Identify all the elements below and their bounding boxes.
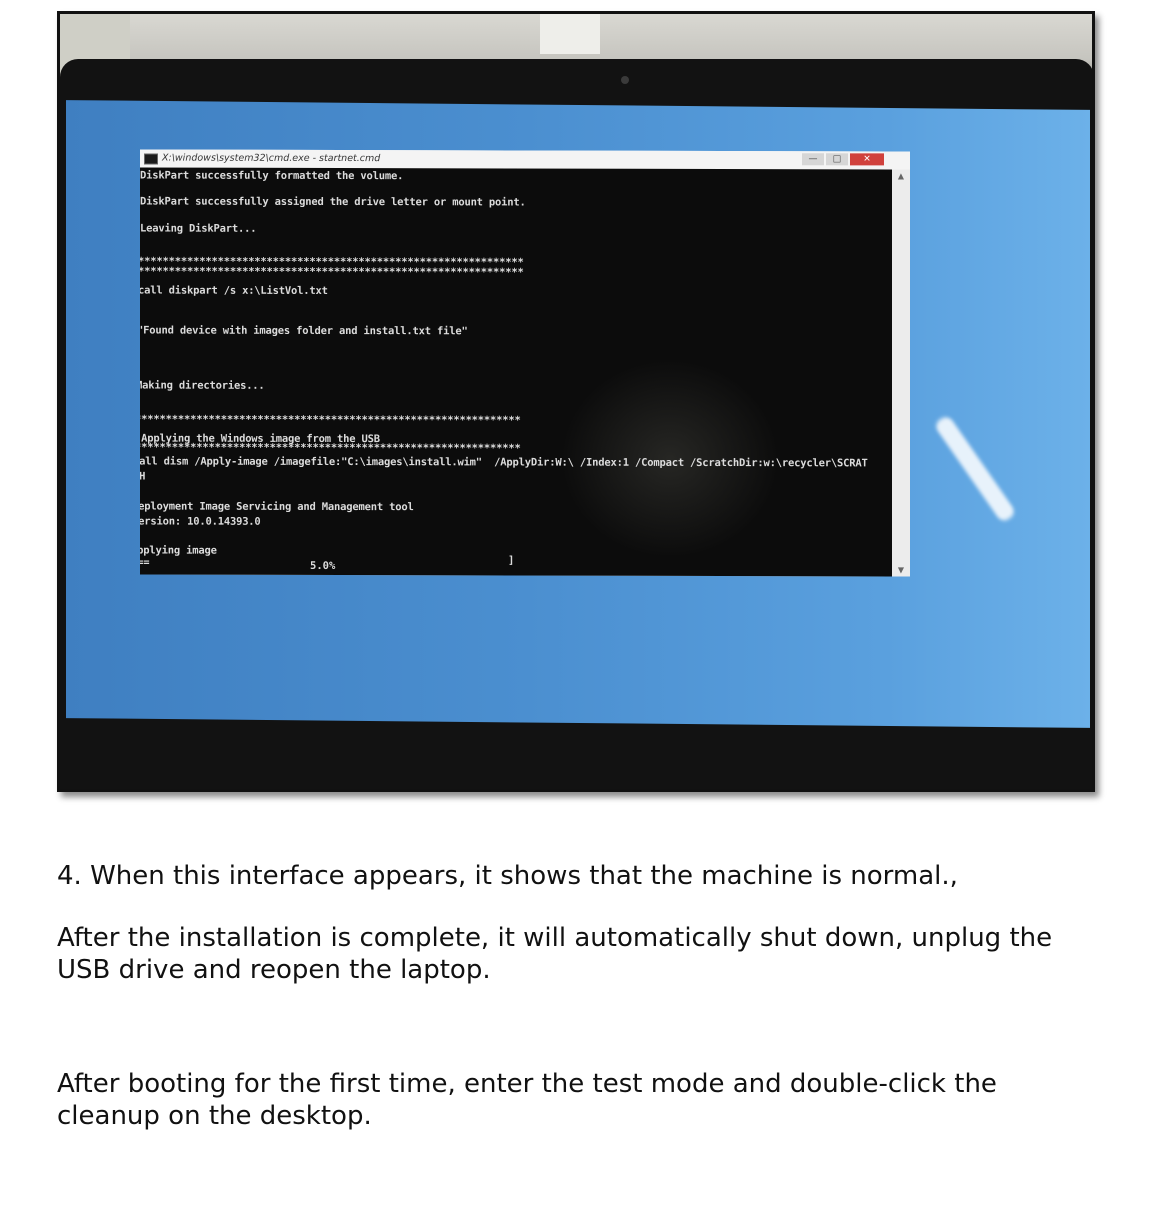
screen-glare [933,414,1017,524]
progress-bar-end: ] [508,554,515,567]
cmd-window: X:\windows\system32\cmd.exe - startnet.c… [140,149,910,577]
after-boot-text: After booting for the first time, enter … [57,1069,997,1131]
cmd-window-title: X:\windows\system32\cmd.exe - startnet.c… [162,152,381,165]
console-line: ****************************************… [140,441,521,455]
console-line: Applying image [140,544,217,557]
console-line: call dism /Apply-image /imagefile:"C:\im… [140,455,868,470]
console-output: DiskPart successfully formatted the volu… [140,167,892,577]
console-line: Version: 10.0.14393.0 [140,515,261,528]
progress-percent: 5.0% [310,559,336,572]
console-line: DiskPart successfully assigned the drive… [140,195,526,209]
installation-photo: X:\windows\system32\cmd.exe - startnet.c… [57,11,1095,792]
minimize-button[interactable]: — [802,153,824,166]
chevron-down-icon[interactable]: ▼ [892,565,910,574]
laptop-screen: X:\windows\system32\cmd.exe - startnet.c… [66,100,1090,728]
close-button[interactable]: ✕ [850,153,884,166]
after-install-text: After the installation is complete, it w… [57,923,1053,985]
console-line: CH [140,470,146,483]
console-line: Leaving DiskPart... [140,222,257,235]
console-scrollbar[interactable]: ▲ ▼ [892,169,910,577]
maximize-button[interactable]: □ [826,153,848,166]
step-4-text: 4. When this interface appears, it shows… [57,861,958,891]
progress-bar-text: [== [140,556,150,569]
console-line: ****************************************… [140,265,524,279]
console-line: ****************************************… [140,413,521,427]
console-line: DiskPart successfully formatted the volu… [140,169,404,183]
cmd-icon [144,153,158,165]
console-line: Making directories... [140,379,265,392]
console-line: "Found device with images folder and ins… [140,324,468,338]
wall-object [540,14,600,54]
console-line: Deployment Image Servicing and Managemen… [140,500,414,514]
chevron-up-icon[interactable]: ▲ [892,171,910,180]
cmd-titlebar[interactable]: X:\windows\system32\cmd.exe - startnet.c… [140,149,910,170]
console-line: call diskpart /s x:\ListVol.txt [140,284,328,297]
webcam-dot [621,76,629,84]
